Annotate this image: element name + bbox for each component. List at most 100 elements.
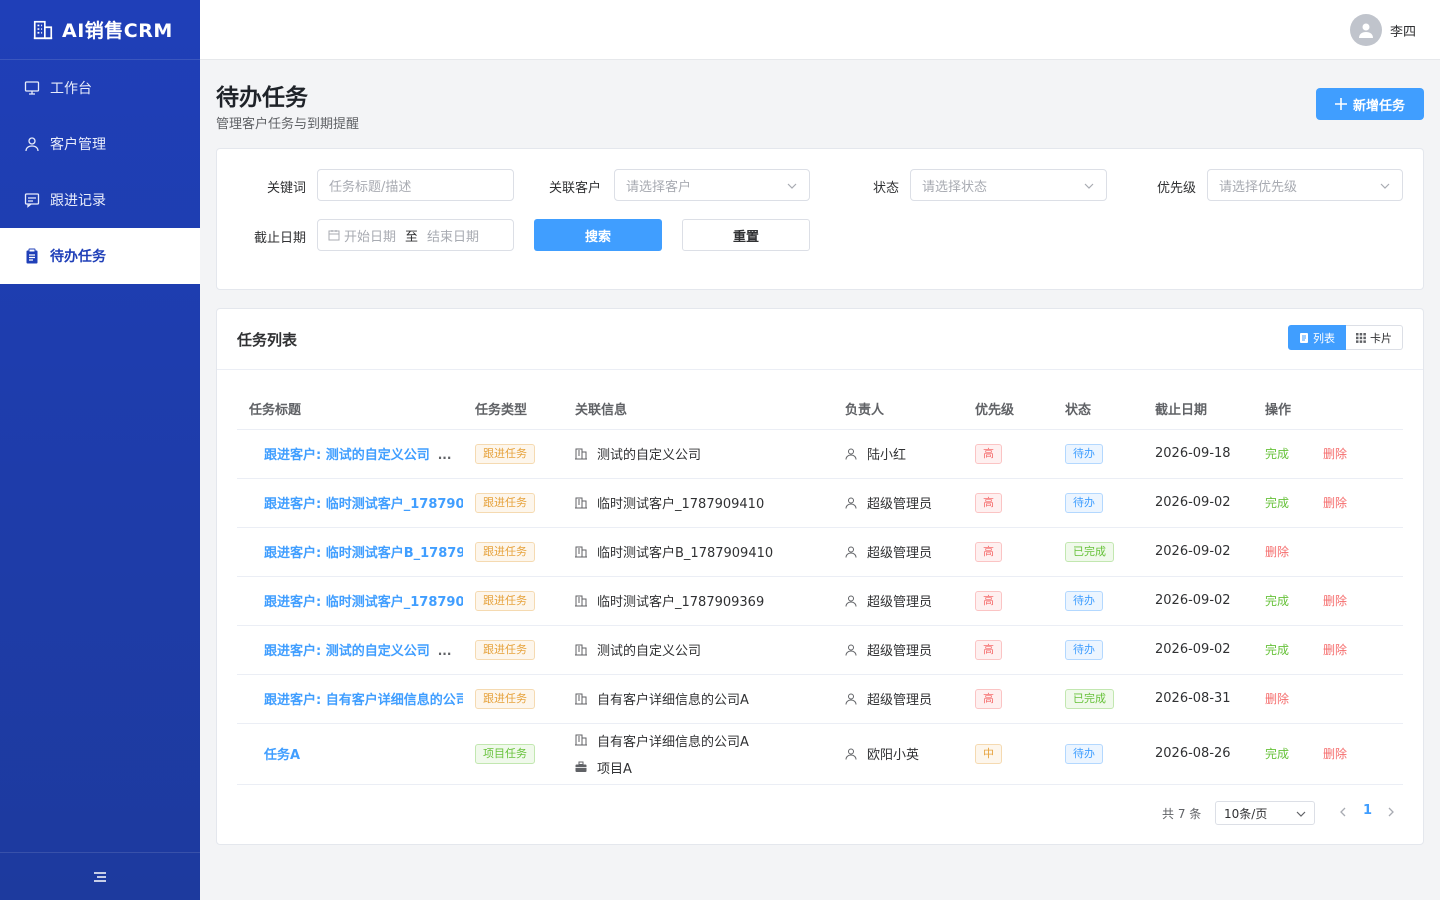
task-title-cell[interactable]: 跟进客户: 测试的自定义公司... xyxy=(237,625,463,675)
task-title-cell[interactable]: 跟进客户: 自有客户详细信息的公司A xyxy=(237,674,463,724)
avatar[interactable] xyxy=(1349,14,1382,46)
col-priority[interactable]: 优先级 xyxy=(963,389,1053,430)
sidebar-item-followups[interactable]: 跟进记录 xyxy=(0,172,200,228)
task-title-link[interactable]: 跟进客户: 临时测试客户_1787909369 xyxy=(264,595,463,610)
table-row[interactable]: 跟进客户: 临时测试客户_1787909369 跟进任务 临时测试客户_178790… xyxy=(237,576,1403,626)
task-title-link[interactable]: 跟进客户: 测试的自定义公司 xyxy=(264,644,430,659)
add-task-label: 新增任务 xyxy=(1352,98,1405,114)
add-task-button[interactable]: 新增任务 xyxy=(1316,88,1424,120)
task-type-cell: 跟进任务 xyxy=(463,576,563,626)
brand-name: AI销售CRM xyxy=(62,20,173,42)
col-title[interactable]: 任务标题 xyxy=(237,389,463,430)
delete-button[interactable]: 删除 xyxy=(1265,690,1289,707)
task-type-cell: 跟进任务 xyxy=(463,625,563,675)
task-type-tag: 跟进任务 xyxy=(475,443,535,464)
table-row[interactable]: 跟进客户: 自有客户详细信息的公司A 跟进任务 自有客户详细信息的公司A 超级管理员 高… xyxy=(237,674,1403,724)
delete-button[interactable]: 删除 xyxy=(1323,592,1347,609)
actions-cell: 删除 xyxy=(1253,527,1403,577)
owner-name: 超级管理员 xyxy=(867,644,933,659)
col-due[interactable]: 截止日期 xyxy=(1143,389,1253,430)
chevron-down-icon xyxy=(787,183,797,189)
task-type-tag: 跟进任务 xyxy=(475,541,535,562)
user-icon xyxy=(845,497,857,509)
task-title-cell[interactable]: 任务A xyxy=(237,723,463,785)
pagination-total: 共 7 条 xyxy=(1162,807,1202,821)
sidebar-item-customers[interactable]: 客户管理 xyxy=(0,116,200,172)
keyword-input[interactable]: 任务标题/描述 xyxy=(317,169,514,201)
user-menu[interactable]: 李四 xyxy=(1349,14,1416,46)
delete-button[interactable]: 删除 xyxy=(1323,494,1347,511)
search-button[interactable]: 搜索 xyxy=(534,219,662,251)
page-number-current[interactable]: 1 xyxy=(1363,803,1372,818)
next-page-icon[interactable] xyxy=(1384,805,1398,819)
owner-name: 超级管理员 xyxy=(867,693,933,708)
complete-button[interactable]: 完成 xyxy=(1265,445,1323,462)
status-select[interactable]: 请选择状态 xyxy=(910,169,1107,201)
status-cell: 待办 xyxy=(1053,478,1143,528)
table-row[interactable]: 跟进客户: 临时测试客户B_1787909410 跟进任务 临时测试客户B_1787… xyxy=(237,527,1403,577)
sidebar-item-workbench[interactable]: 工作台 xyxy=(0,60,200,116)
complete-button[interactable]: 完成 xyxy=(1265,641,1323,658)
col-owner[interactable]: 负责人 xyxy=(833,389,963,430)
date-end[interactable]: 结束日期 xyxy=(427,226,479,245)
page-size-select[interactable]: 10条/页 xyxy=(1215,801,1315,825)
task-title-cell[interactable]: 跟进客户: 测试的自定义公司... xyxy=(237,429,463,479)
user-icon xyxy=(845,693,857,705)
priority-label: 优先级 xyxy=(1156,181,1196,196)
related-customer-name: 临时测试客户_1787909410 xyxy=(597,497,765,512)
divider xyxy=(217,369,1423,370)
task-title-link[interactable]: 跟进客户: 测试的自定义公司 xyxy=(264,448,430,463)
prev-page-icon[interactable] xyxy=(1336,805,1350,819)
date-start[interactable]: 开始日期 xyxy=(344,226,396,245)
complete-button[interactable]: 完成 xyxy=(1265,494,1323,511)
owner-name: 陆小红 xyxy=(867,448,907,463)
chevron-down-icon xyxy=(1296,811,1306,817)
task-title-link[interactable]: 跟进客户: 自有客户详细信息的公司A xyxy=(264,693,463,708)
sidebar-item-tasks[interactable]: 待办任务 xyxy=(0,228,200,284)
task-title-link[interactable]: 跟进客户: 临时测试客户B_1787909410 xyxy=(264,546,463,561)
table-row[interactable]: 跟进客户: 测试的自定义公司... 跟进任务 测试的自定义公司 陆小红 高 待办 2026-… xyxy=(237,429,1403,479)
delete-button[interactable]: 删除 xyxy=(1323,641,1347,658)
view-list-button[interactable]: 列表 xyxy=(1288,325,1346,350)
status-badge: 已完成 xyxy=(1065,541,1114,562)
clipboard-icon xyxy=(26,248,38,264)
related-customer: 临时测试客户_1787909410 xyxy=(575,493,833,512)
complete-button[interactable]: 完成 xyxy=(1265,745,1323,762)
filter-panel: 关键词 任务标题/描述 关联客户 请选择客户 状态 请选择状态 优先级 请选择优… xyxy=(216,148,1424,290)
delete-button[interactable]: 删除 xyxy=(1265,543,1289,560)
col-status[interactable]: 状态 xyxy=(1053,389,1143,430)
task-title-link[interactable]: 跟进客户: 临时测试客户_1787909410 xyxy=(264,497,463,512)
priority-select[interactable]: 请选择优先级 xyxy=(1207,169,1403,201)
delete-button[interactable]: 删除 xyxy=(1323,745,1347,762)
list-icon xyxy=(1300,332,1308,343)
task-title-cell[interactable]: 跟进客户: 临时测试客户_1787909369 xyxy=(237,576,463,626)
complete-button[interactable]: 完成 xyxy=(1265,592,1323,609)
view-card-button[interactable]: 卡片 xyxy=(1346,325,1403,350)
task-title-cell[interactable]: 跟进客户: 临时测试客户_1787909410 xyxy=(237,478,463,528)
task-title-cell[interactable]: 跟进客户: 临时测试客户B_1787909410 xyxy=(237,527,463,577)
owner-cell: 超级管理员 xyxy=(833,674,963,724)
chevron-down-icon xyxy=(1380,183,1390,189)
chat-icon xyxy=(24,193,40,208)
brand[interactable]: AI销售CRM xyxy=(0,0,200,60)
customer-placeholder: 请选择客户 xyxy=(626,179,692,195)
table-row[interactable]: 跟进客户: 测试的自定义公司... 跟进任务 测试的自定义公司 超级管理员 高 待办 202… xyxy=(237,625,1403,675)
reset-button[interactable]: 重置 xyxy=(682,219,810,251)
task-title-link[interactable]: 任务A xyxy=(264,748,300,763)
status-badge: 待办 xyxy=(1065,443,1103,464)
plus-icon xyxy=(1334,98,1347,110)
task-type-tag: 跟进任务 xyxy=(475,639,535,660)
priority-badge: 高 xyxy=(975,639,1002,660)
status-cell: 待办 xyxy=(1053,576,1143,626)
col-relation[interactable]: 关联信息 xyxy=(563,389,833,430)
customer-select[interactable]: 请选择客户 xyxy=(614,169,810,201)
date-range-picker[interactable]: 开始日期 至 结束日期 xyxy=(317,219,514,251)
table-row[interactable]: 跟进客户: 临时测试客户_1787909410 跟进任务 临时测试客户_178790… xyxy=(237,478,1403,528)
task-type-cell: 跟进任务 xyxy=(463,478,563,528)
office-icon xyxy=(575,734,587,746)
owner-cell: 超级管理员 xyxy=(833,625,963,675)
delete-button[interactable]: 删除 xyxy=(1323,445,1347,462)
sidebar-collapse-button[interactable] xyxy=(0,852,200,900)
col-type[interactable]: 任务类型 xyxy=(463,389,563,430)
table-row[interactable]: 任务A 项目任务 自有客户详细信息的公司A 项目A 欧阳小英中待办 2026-08-26 完… xyxy=(237,723,1403,785)
